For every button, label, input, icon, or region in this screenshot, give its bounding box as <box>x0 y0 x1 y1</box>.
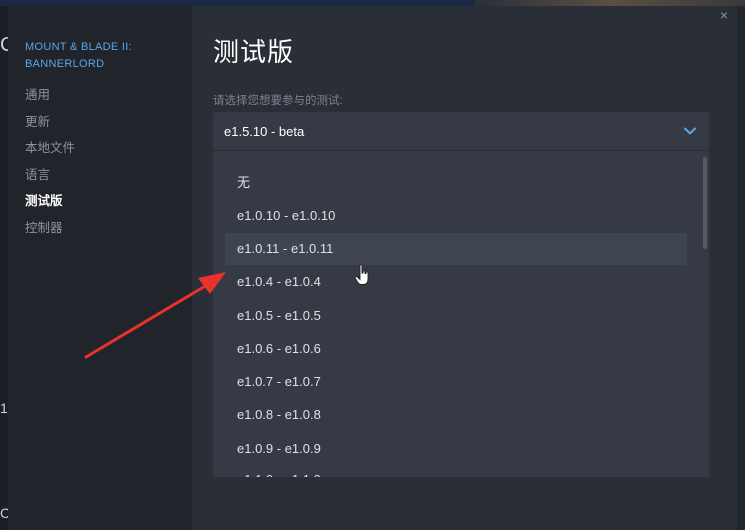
beta-dropdown-list: 无 e1.0.10 - e1.0.10 e1.0.11 - e1.0.11 e1… <box>213 150 709 477</box>
dropdown-option-hovered[interactable]: e1.0.11 - e1.0.11 <box>225 233 687 265</box>
dropdown-option[interactable]: e1.0.6 - e1.0.6 <box>225 333 687 365</box>
sidebar-item-general[interactable]: 通用 <box>25 86 75 113</box>
dropdown-option[interactable]: e1.0.10 - e1.0.10 <box>225 200 687 232</box>
beta-select[interactable]: e1.5.10 - beta <box>213 112 709 150</box>
sidebar-item-local-files[interactable]: 本地文件 <box>25 139 75 166</box>
dropdown-option[interactable]: e1.0.5 - e1.0.5 <box>225 300 687 332</box>
sidebar-item-betas[interactable]: 测试版 <box>25 192 75 219</box>
properties-dialog: × MOUNT & BLADE II: BANNERLORD 通用 更新 本地文… <box>8 6 737 530</box>
sidebar-item-updates[interactable]: 更新 <box>25 113 75 140</box>
dropdown-option[interactable]: 无 <box>225 167 687 199</box>
sidebar-nav: 通用 更新 本地文件 语言 测试版 控制器 <box>25 86 75 245</box>
dropdown-option[interactable]: e1.1.0 - e1.1.0 <box>225 464 687 477</box>
sidebar-item-language[interactable]: 语言 <box>25 166 75 193</box>
beta-select-value: e1.5.10 - beta <box>224 124 305 139</box>
sidebar-item-controller[interactable]: 控制器 <box>25 219 75 246</box>
chevron-down-icon <box>684 127 696 135</box>
dropdown-option[interactable]: e1.0.4 - e1.0.4 <box>225 266 687 298</box>
hand-cursor-icon <box>354 264 369 285</box>
background-text-fragment: 1 <box>0 400 8 416</box>
dropdown-scrollbar[interactable] <box>703 157 707 475</box>
dropdown-option[interactable]: e1.0.8 - e1.0.8 <box>225 399 687 431</box>
dropdown-option[interactable]: e1.0.9 - e1.0.9 <box>225 433 687 465</box>
close-button[interactable]: × <box>717 8 731 22</box>
beta-prompt-label: 请选择您想要参与的测试: <box>213 95 343 107</box>
dropdown-scrollbar-thumb[interactable] <box>703 157 707 249</box>
game-title: MOUNT & BLADE II: BANNERLORD <box>25 41 132 70</box>
sidebar: MOUNT & BLADE II: BANNERLORD 通用 更新 本地文件 … <box>8 6 192 530</box>
background-app-right <box>737 6 745 530</box>
page-title: 测试版 <box>213 37 295 67</box>
dropdown-option[interactable]: e1.0.7 - e1.0.7 <box>225 366 687 398</box>
